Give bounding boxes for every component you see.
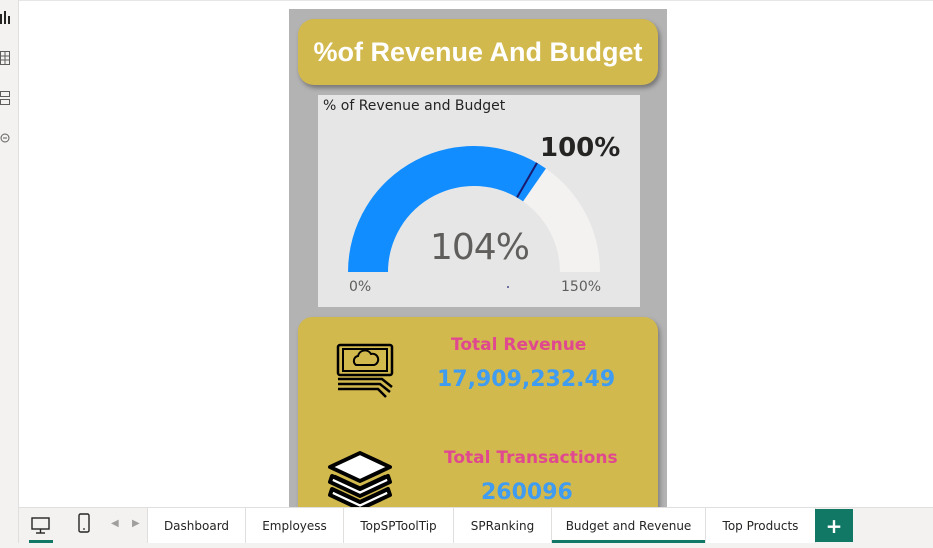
gauge-value: 104%: [430, 227, 530, 268]
gauge-target-label: 100%: [540, 133, 621, 163]
tab-budget-and-revenue[interactable]: Budget and Revenue: [551, 508, 705, 543]
kpi-card[interactable]: Total Revenue 17,909,232.49 Total Transa…: [298, 317, 658, 507]
report-page: %of Revenue And Budget % of Revenue and …: [289, 9, 667, 507]
tab-dashboard[interactable]: Dashboard: [147, 508, 245, 543]
tab-topsptooltip[interactable]: TopSPToolTip: [343, 508, 453, 543]
scroll-tabs-left-icon[interactable]: ◀: [111, 518, 119, 529]
kpi-label-total-transactions: Total Transactions: [444, 448, 618, 468]
view-rail: [0, 0, 19, 548]
kpi-value-total-transactions: 260096: [481, 480, 573, 505]
kpi-value-total-revenue: 17,909,232.49: [437, 367, 616, 392]
gauge-max-label: 150%: [561, 279, 602, 295]
tab-label: TopSPToolTip: [360, 518, 437, 533]
plus-icon: +: [825, 513, 843, 538]
gauge-chart: [348, 145, 600, 288]
gauge-dot: [507, 286, 509, 288]
tab-top-products[interactable]: Top Products: [705, 508, 816, 543]
tab-label: SPRanking: [470, 518, 535, 533]
model-view-icon[interactable]: [0, 90, 10, 105]
tab-label: Dashboard: [163, 518, 230, 533]
phone-icon: [78, 513, 90, 533]
monitor-icon: [31, 517, 50, 534]
add-page-button[interactable]: +: [815, 509, 853, 542]
dax-query-icon[interactable]: [0, 130, 10, 144]
desktop-layout-button[interactable]: [19, 508, 59, 544]
money-icon: [336, 343, 396, 403]
gauge-min-label: 0%: [349, 279, 372, 295]
tab-spranking[interactable]: SPRanking: [453, 508, 551, 543]
layers-icon: [326, 449, 394, 507]
tab-label: Employess: [262, 518, 327, 533]
report-title: %of Revenue And Budget: [313, 36, 643, 67]
tab-employess[interactable]: Employess: [245, 508, 343, 543]
status-strip: [0, 543, 933, 548]
table-view-icon[interactable]: [0, 50, 10, 65]
tab-label: Top Products: [722, 518, 799, 533]
page-tab-bar: ◀ ▶ Dashboard Employess TopSPToolTip SPR…: [19, 507, 933, 544]
report-view-icon[interactable]: [0, 10, 10, 24]
report-title-card: %of Revenue And Budget: [298, 19, 658, 85]
gauge-visual[interactable]: % of Revenue and Budget 104% 100% 0% 150…: [318, 95, 640, 307]
mobile-layout-button[interactable]: [63, 508, 103, 544]
kpi-label-total-revenue: Total Revenue: [451, 335, 587, 355]
scroll-tabs-right-icon[interactable]: ▶: [132, 518, 140, 529]
tab-label: Budget and Revenue: [565, 518, 692, 533]
